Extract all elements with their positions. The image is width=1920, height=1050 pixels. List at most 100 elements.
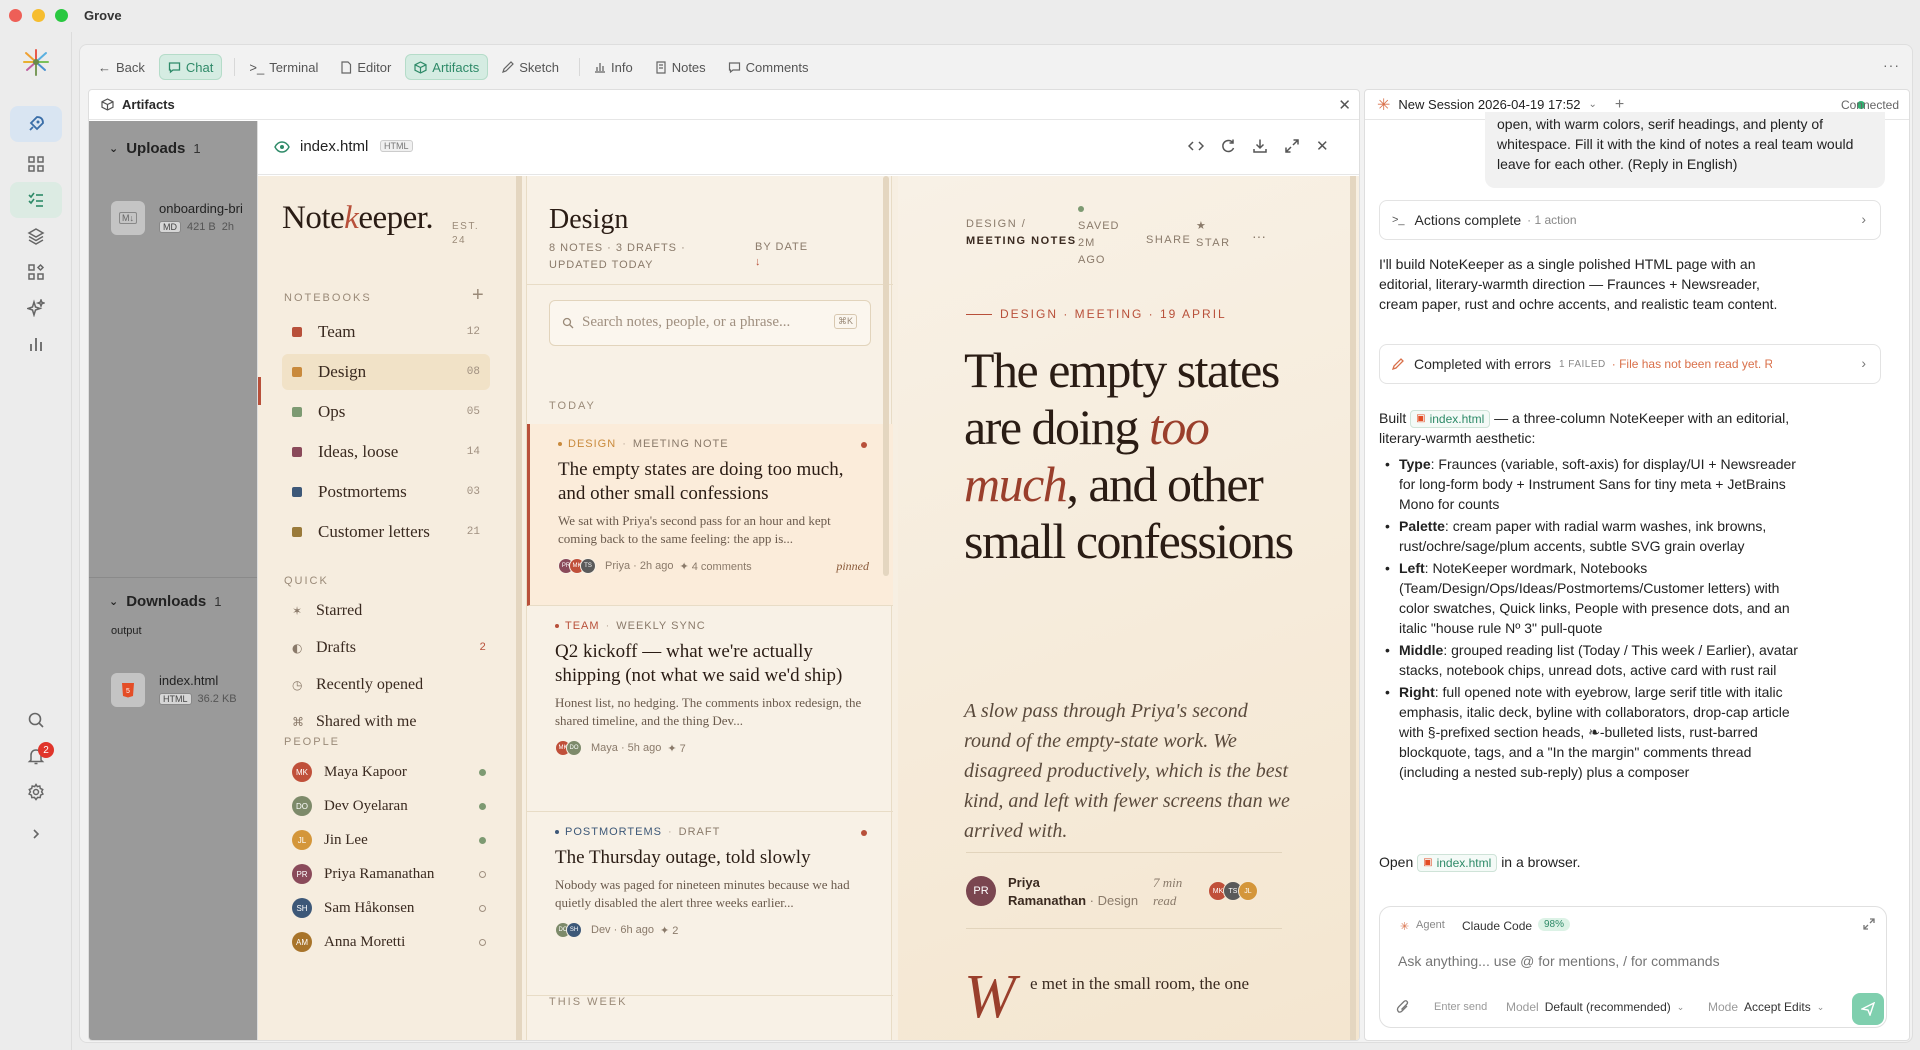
card-title: Q2 kickoff — what we're actually shippin… [555, 641, 843, 686]
share-button[interactable]: SHARE [1146, 234, 1191, 246]
list-scrollbar[interactable] [883, 176, 889, 576]
person-item[interactable]: MK Maya Kapoor [292, 762, 486, 782]
notebook-item[interactable]: Ops 05 [282, 394, 490, 430]
rail-layers-button[interactable] [10, 218, 62, 254]
rail-settings-button[interactable] [10, 774, 62, 810]
card-eyebrow: POSTMORTEMS · DRAFT [555, 826, 869, 838]
search-input[interactable]: Search notes, people, or a phrase... ⌘K [549, 300, 871, 346]
quick-link-item[interactable]: ⌘ Shared with me [292, 713, 486, 731]
quick-link-item[interactable]: ◐ Drafts 2 [292, 639, 486, 657]
summary-bullets: Type: Fraunces (variable, soft-axis) for… [1385, 454, 1805, 784]
quick-link-item[interactable]: ✶ Starred [292, 602, 486, 620]
card-notebook: DESIGN [568, 438, 617, 450]
notebook-item[interactable]: Customer letters 21 [282, 514, 490, 550]
note-card[interactable]: DESIGN · MEETING NOTE The empty states are … [527, 424, 893, 606]
card-author: Dev · 6h ago [591, 924, 654, 936]
file-chip[interactable]: ▣ index.html [1410, 410, 1491, 429]
tab-info[interactable]: Info [586, 54, 641, 80]
mode-select[interactable]: Mode Accept Edits ⌄ [1700, 993, 1832, 1021]
close-artifacts-icon[interactable]: ✕ [1338, 96, 1351, 114]
file-chip[interactable]: ▣ index.html [1417, 854, 1498, 873]
rail-stats-button[interactable] [10, 326, 62, 362]
download-icon[interactable] [1252, 138, 1268, 154]
uploads-section-toggle[interactable]: ⌄ Uploads 1 [109, 140, 201, 157]
rail-grid-button[interactable] [10, 146, 62, 182]
tab-sketch[interactable]: Sketch [494, 54, 567, 80]
rail-tasks-button[interactable] [10, 182, 62, 218]
enter-hint: Enter send [1434, 1001, 1488, 1013]
star-button[interactable]: ★ STAR [1196, 218, 1236, 252]
notebook-dot [555, 624, 559, 628]
close-preview-icon[interactable]: ✕ [1316, 137, 1329, 155]
sort-button[interactable]: BY DATE ↓ [755, 240, 808, 270]
code-view-icon[interactable] [1188, 139, 1204, 153]
tab-notes[interactable]: Notes [647, 54, 714, 80]
model-select[interactable]: Model Default (recommended) ⌄ [1498, 993, 1692, 1021]
tab-artifacts[interactable]: Artifacts [405, 54, 489, 80]
html-preview: index.html HTML ✕ Notekeeper. EST. 24 NOT… [257, 121, 1359, 1040]
person-item[interactable]: PR Priya Ramanathan [292, 864, 486, 884]
more-options-icon[interactable]: ··· [1883, 57, 1900, 73]
html5-file-icon: ▣ [1423, 857, 1433, 869]
notebook-item[interactable]: Team 12 [282, 314, 490, 350]
notebook-item[interactable]: Postmortems 03 [282, 474, 490, 510]
list-title: Design [549, 204, 629, 235]
tab-comments[interactable]: Comments [720, 54, 817, 80]
tab-chat[interactable]: Chat [158, 54, 223, 80]
rail-apps-button[interactable] [10, 254, 62, 290]
html5-file-icon: ▣ [1416, 413, 1426, 425]
new-session-icon[interactable]: + [1615, 96, 1624, 114]
tab-editor[interactable]: Editor [332, 54, 399, 80]
back-label: Back [116, 59, 145, 75]
send-button[interactable] [1852, 993, 1884, 1025]
drop-cap: W [964, 963, 1016, 1031]
session-title: New Session 2026-04-19 17:52 [1398, 97, 1581, 112]
rail-expand-button[interactable] [10, 816, 62, 852]
rail-search-button[interactable] [10, 702, 62, 738]
downloads-section-toggle[interactable]: ⌄ Downloads 1 [109, 593, 221, 610]
card-author: Maya · 5h ago [591, 742, 662, 754]
presence-dot [479, 802, 486, 810]
uploads-label: Uploads [126, 140, 186, 157]
notebook-item[interactable]: Ideas, loose 14 [282, 434, 490, 470]
file-icon [340, 60, 352, 74]
person-name: Jin Lee [324, 831, 368, 848]
refresh-icon[interactable] [1220, 138, 1236, 154]
preview-type-tag: HTML [380, 140, 413, 152]
session-dropdown-icon[interactable]: ⌄ [1589, 99, 1597, 110]
note-scrollbar[interactable] [1350, 176, 1356, 1040]
note-card[interactable]: POSTMORTEMS · DRAFT The Thursday outage, to… [527, 812, 893, 996]
minimize-window-button[interactable] [32, 9, 45, 22]
rail-launch-button[interactable] [10, 106, 62, 142]
tab-artifacts-label: Artifacts [432, 59, 480, 75]
person-item[interactable]: AM Anna Moretti [292, 932, 486, 952]
person-item[interactable]: DO Dev Oyelaran [292, 796, 486, 816]
completed-errors-row[interactable]: Completed with errors 1 FAILED · File ha… [1379, 344, 1881, 384]
notebook-item[interactable]: Design 08 [282, 354, 490, 390]
add-notebook-icon[interactable]: + [472, 284, 484, 307]
card-flag: pinned [836, 558, 869, 573]
expand-icon[interactable] [1284, 138, 1300, 154]
note-more-icon[interactable]: ··· [1252, 228, 1266, 244]
expand-composer-icon[interactable] [1862, 917, 1876, 931]
back-button[interactable]: ← Back [90, 54, 153, 80]
chat-input[interactable] [1398, 949, 1868, 973]
card-title: The Thursday outage, told slowly [555, 847, 811, 868]
rail-notifications-button[interactable]: 2 [10, 738, 62, 774]
close-window-button[interactable] [9, 9, 22, 22]
person-item[interactable]: JL Jin Lee [292, 830, 486, 850]
paperclip-icon[interactable] [1396, 999, 1410, 1015]
quick-link-item[interactable]: ◷ Recently opened [292, 676, 486, 694]
sidebar-scrollbar[interactable] [516, 176, 522, 1040]
quick-link-icon: ⌘ [292, 715, 304, 729]
zoom-window-button[interactable] [55, 9, 68, 22]
today-heading: TODAY [549, 400, 596, 412]
notebook-swatch [292, 447, 302, 457]
agent-name[interactable]: Claude Code [1462, 919, 1532, 933]
notebook-name: Team [318, 322, 356, 341]
rail-sparkle-button[interactable] [10, 290, 62, 326]
note-card[interactable]: TEAM · WEEKLY SYNC Q2 kickoff — what we're … [527, 606, 893, 812]
person-item[interactable]: SH Sam Håkonsen [292, 898, 486, 918]
actions-complete-row[interactable]: >_ Actions complete · 1 action › [1379, 200, 1881, 240]
tab-terminal[interactable]: >_ Terminal [241, 54, 326, 80]
